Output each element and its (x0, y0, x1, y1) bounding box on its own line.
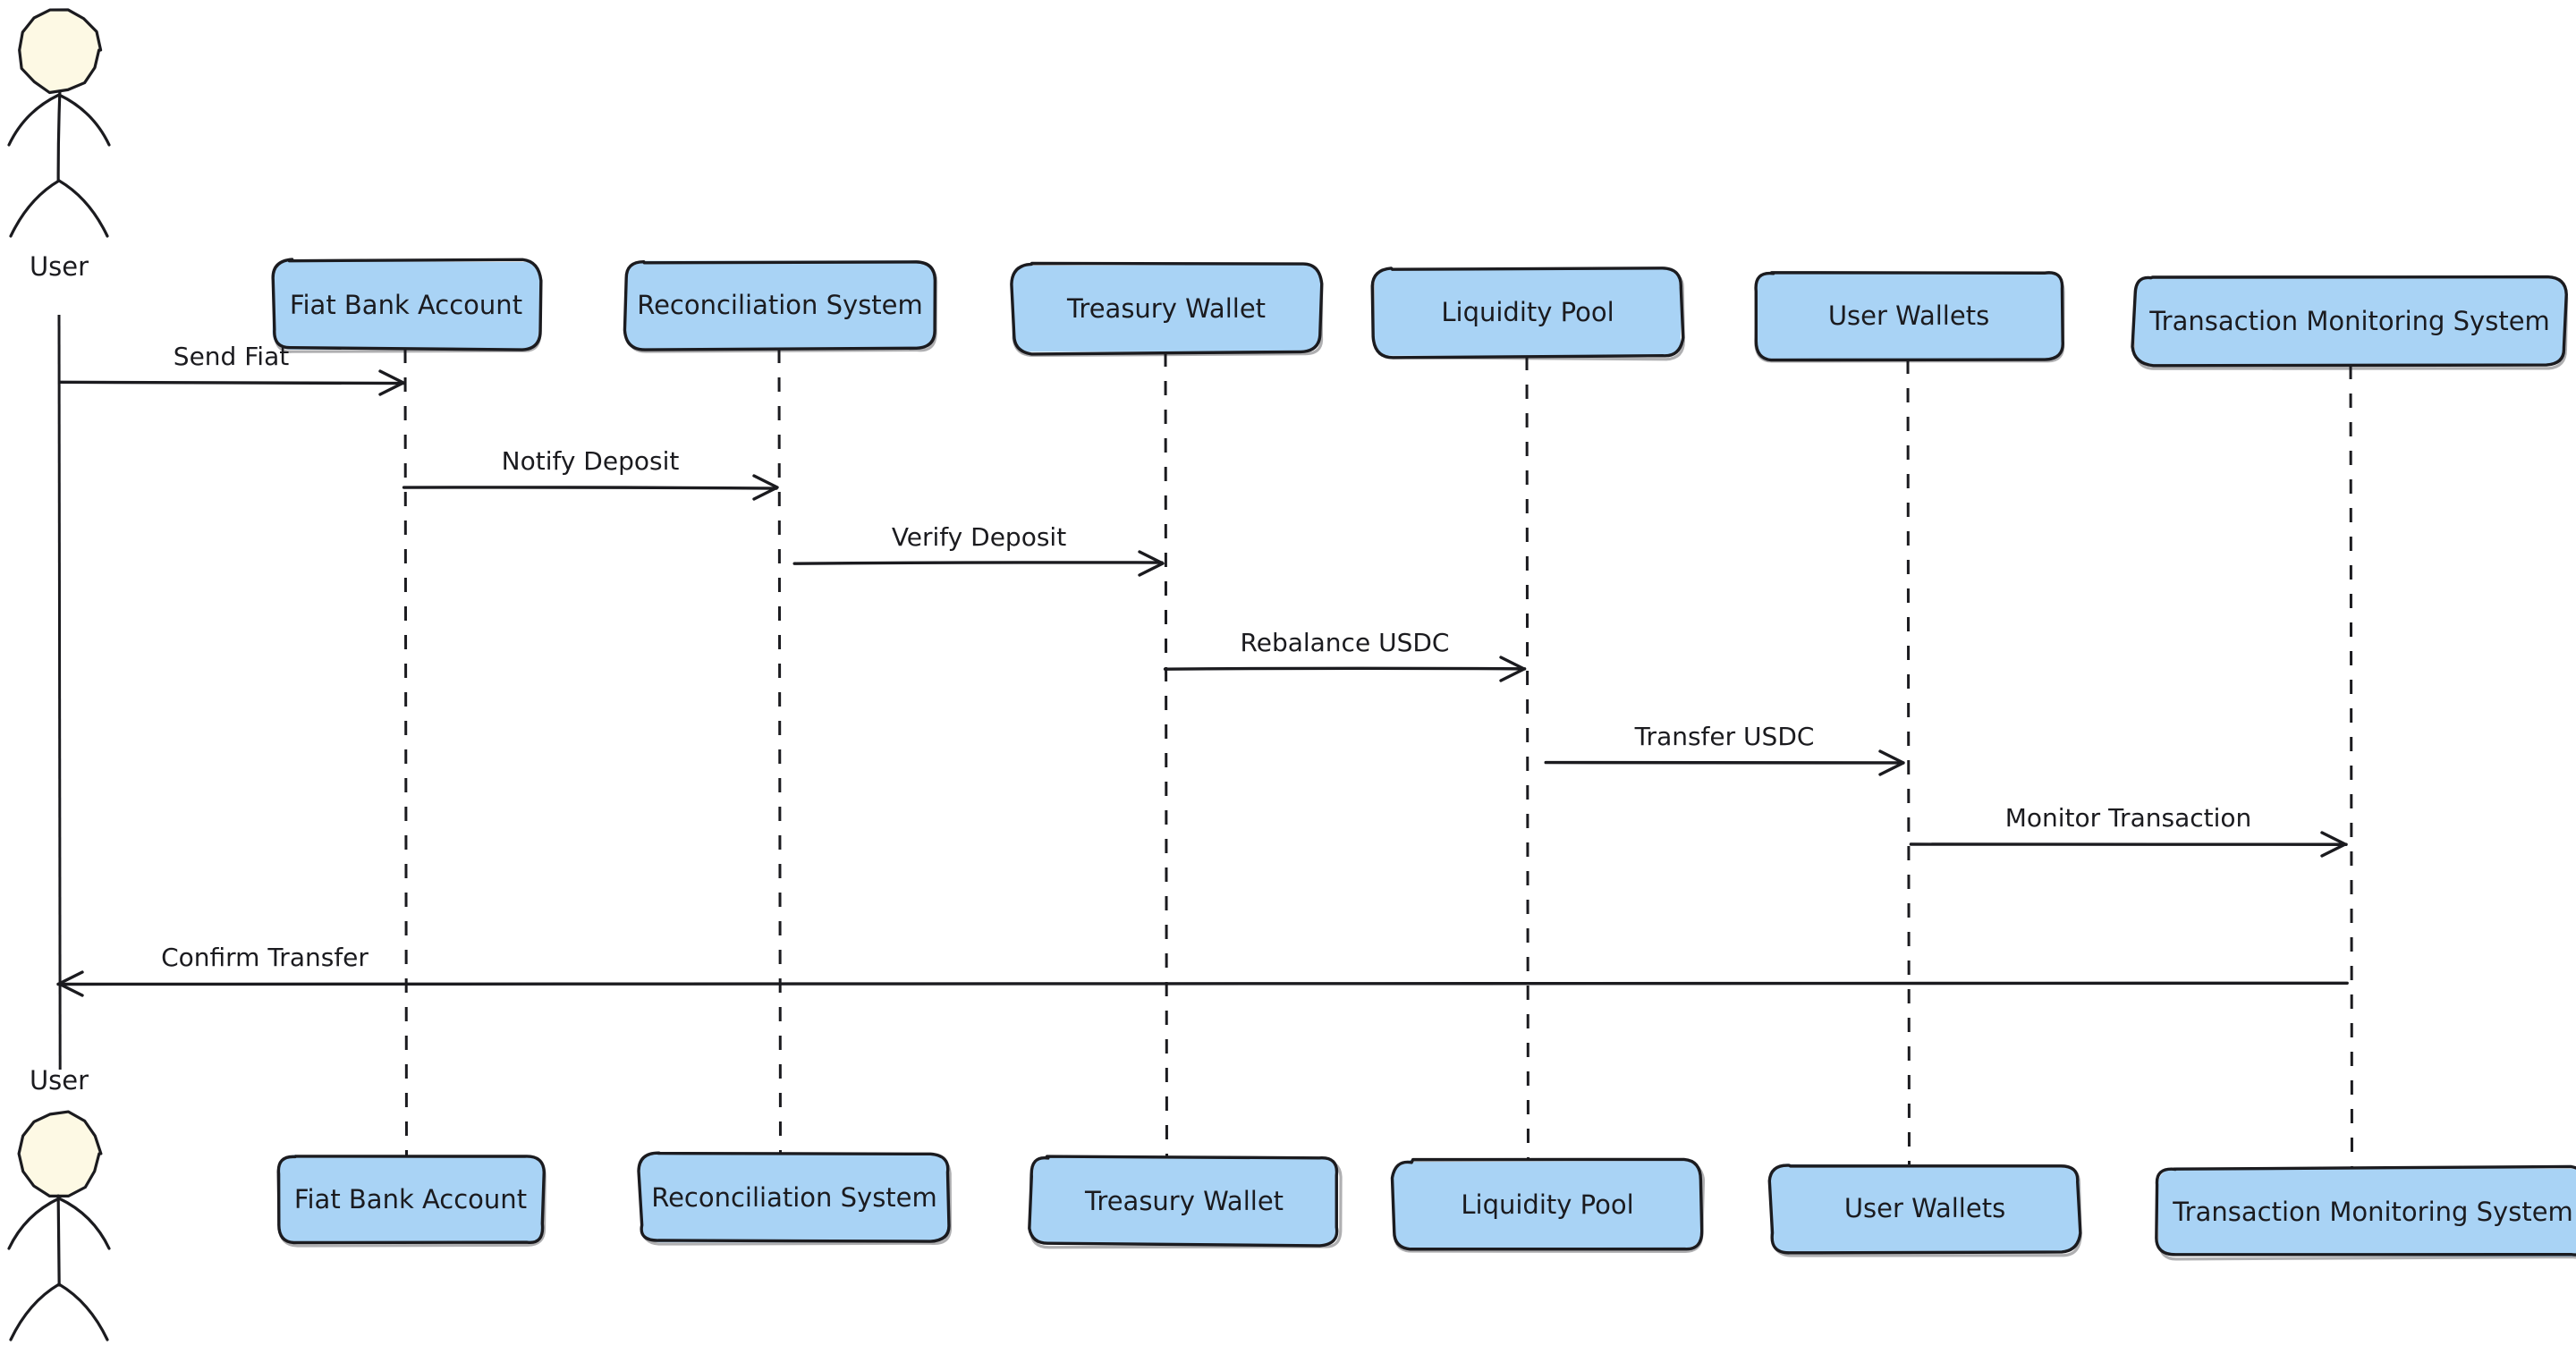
actor-body (56, 89, 62, 182)
actor-arm-left (7, 1197, 61, 1250)
actor-body (56, 1194, 61, 1287)
actor-label: User (30, 1065, 89, 1096)
lifeline-reconciliation-system (777, 348, 782, 1155)
diagram-svg: Fiat Bank Account Fiat Bank Account Reconc… (7, 8, 2576, 1341)
participant-label: Transaction Monitoring System (2148, 306, 2550, 336)
actor-leg-right (57, 179, 109, 238)
participant-label: Reconciliation System (651, 1182, 937, 1213)
message-label: Monitor Transaction (2005, 803, 2252, 833)
participant-label: Fiat Bank Account (290, 290, 522, 320)
participant-label: Liquidity Pool (1441, 297, 1614, 327)
lifeline-transaction-monitoring-system (2349, 364, 2353, 1169)
lifeline-fiat-bank-account (403, 348, 408, 1156)
message-label: Verify Deposit (892, 522, 1066, 552)
message-label: Transfer USDC (1634, 722, 1815, 751)
participant-label: Treasury Wallet (1066, 293, 1266, 324)
participant-label: User Wallets (1828, 300, 1989, 331)
sequence-diagram-canvas: Fiat Bank Account Fiat Bank Account Reconc… (0, 0, 2576, 1354)
participant-treasury-wallet-top[interactable]: Treasury Wallet (1010, 261, 1324, 358)
message-transfer-usdc[interactable]: Transfer USDC (1544, 722, 1905, 776)
message-label: Notify Deposit (502, 446, 680, 476)
participant-label: Fiat Bank Account (294, 1184, 527, 1214)
message-label: Confirm Transfer (161, 943, 369, 972)
lifeline-treasury-wallet (1164, 351, 1168, 1158)
participant-fiat-bank-account-top[interactable]: Fiat Bank Account (271, 258, 543, 353)
actor-arm-right (57, 93, 111, 147)
message-line (402, 486, 778, 490)
lifeline-user-wallets (1906, 359, 1911, 1165)
messages-layer: Send Fiat Notify Deposit Verify Deposit Reb… (56, 342, 2349, 997)
participant-fiat-bank-account-bottom[interactable]: Fiat Bank Account (276, 1155, 547, 1248)
participant-transaction-monitoring-system-top[interactable]: Transaction Monitoring System (2131, 275, 2569, 370)
lifelines-layer (57, 314, 2353, 1169)
participants-layer: Fiat Bank Account Fiat Bank Account Reconc… (271, 258, 2576, 1261)
participant-label: Transaction Monitoring System (2172, 1197, 2573, 1227)
message-monitor-transaction[interactable]: Monitor Transaction (1909, 803, 2348, 858)
actor-user-bottom[interactable]: User (7, 1065, 111, 1341)
actor-arm-left (7, 93, 61, 147)
participant-liquidity-pool-bottom[interactable]: Liquidity Pool (1390, 1157, 1706, 1254)
participant-transaction-monitoring-system-bottom[interactable]: Transaction Monitoring System (2155, 1164, 2576, 1261)
message-notify-deposit[interactable]: Notify Deposit (402, 446, 779, 501)
participant-user-wallets-top[interactable]: User Wallets (1754, 271, 2065, 363)
message-rebalance-usdc[interactable]: Rebalance USDC (1163, 628, 1527, 682)
message-verify-deposit[interactable]: Verify Deposit (792, 522, 1165, 577)
lifeline-user (57, 314, 62, 1071)
participant-label: User Wallets (1844, 1193, 2005, 1223)
message-label: Rebalance USDC (1241, 628, 1450, 657)
participant-reconciliation-system-bottom[interactable]: Reconciliation System (637, 1151, 953, 1246)
actor-leg-right (57, 1282, 109, 1341)
message-line (1163, 666, 1527, 671)
participant-label: Liquidity Pool (1461, 1189, 1633, 1220)
actor-user-top[interactable]: User (7, 8, 111, 282)
message-confirm-transfer[interactable]: Confirm Transfer (56, 943, 2349, 997)
message-label: Send Fiat (174, 342, 289, 371)
message-line (56, 981, 2349, 986)
participant-label: Reconciliation System (637, 290, 923, 320)
actor-arm-right (57, 1197, 111, 1250)
participant-liquidity-pool-top[interactable]: Liquidity Pool (1370, 267, 1685, 361)
message-line (1909, 842, 2348, 846)
participant-user-wallets-bottom[interactable]: User Wallets (1767, 1164, 2082, 1257)
actor-label: User (30, 251, 89, 282)
actor-leg-left (9, 179, 61, 238)
actor-leg-left (9, 1282, 61, 1341)
participant-reconciliation-system-top[interactable]: Reconciliation System (623, 259, 938, 353)
participant-label: Treasury Wallet (1084, 1186, 1284, 1216)
message-line (58, 380, 406, 385)
lifeline-liquidity-pool (1525, 355, 1530, 1162)
participant-treasury-wallet-bottom[interactable]: Treasury Wallet (1028, 1155, 1343, 1249)
